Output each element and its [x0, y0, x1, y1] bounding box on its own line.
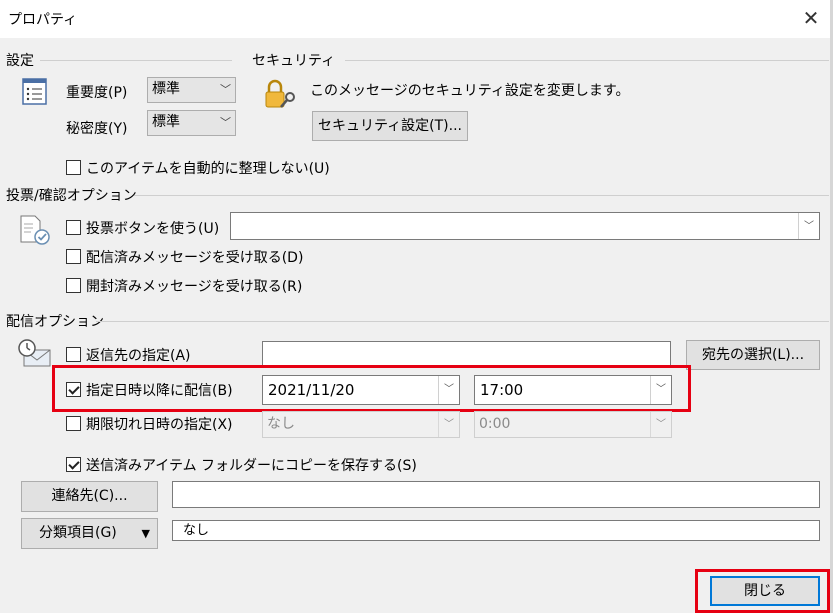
chevron-down-icon[interactable]: ﹀: [438, 376, 459, 404]
delay-time-combo[interactable]: 17:00 ﹀: [474, 375, 672, 405]
contacts-button[interactable]: 連絡先(C)...: [21, 481, 158, 512]
expires-date-value: なし: [267, 416, 295, 432]
expires-date-combo: なし ﹀: [262, 411, 460, 438]
categories-button-label: 分類項目(G): [39, 525, 117, 541]
delivery-receipt-checkbox[interactable]: [66, 249, 81, 264]
sensitivity-value: 標準: [152, 114, 180, 130]
expires-checkbox[interactable]: [66, 416, 81, 431]
delivery-clock-icon: [18, 339, 51, 367]
expires-time-value: 0:00: [479, 416, 511, 432]
delay-time-value: 17:00: [480, 381, 524, 399]
voting-divider: [134, 195, 829, 196]
delay-date-value: 2021/11/20: [268, 381, 355, 399]
reply-to-label: 返信先の指定(A): [86, 348, 191, 364]
chevron-down-icon[interactable]: ﹀: [798, 213, 819, 239]
sensitivity-select[interactable]: 標準 ﹀: [147, 110, 236, 136]
chevron-down-icon[interactable]: ﹀: [650, 376, 671, 404]
categories-value: なし: [183, 523, 210, 538]
chevron-down-icon: ﹀: [438, 412, 459, 437]
importance-value: 標準: [152, 81, 180, 97]
no-autoarchive-checkbox[interactable]: [66, 160, 81, 175]
categories-display: なし: [172, 520, 820, 541]
save-copy-checkbox[interactable]: [66, 457, 81, 472]
delay-delivery-label: 指定日時以降に配信(B): [86, 383, 233, 399]
window-title: プロパティ: [8, 12, 78, 28]
settings-section-label: 設定: [6, 53, 34, 69]
delivery-receipt-label: 配信済みメッセージを受け取る(D): [86, 250, 304, 266]
security-settings-button[interactable]: セキュリティ設定(T)...: [312, 111, 468, 141]
reply-to-input[interactable]: [262, 341, 671, 368]
use-voting-checkbox[interactable]: [66, 220, 81, 235]
security-description: このメッセージのセキュリティ設定を変更します。: [310, 83, 630, 99]
delivery-divider: [96, 321, 829, 322]
security-divider: [345, 60, 829, 61]
security-section-label: セキュリティ: [252, 53, 336, 69]
voting-section-label: 投票/確認オプション: [6, 188, 137, 204]
read-receipt-label: 開封済みメッセージを受け取る(R): [86, 279, 303, 295]
select-names-button[interactable]: 宛先の選択(L)...: [686, 340, 820, 370]
chevron-down-icon: ﹀: [650, 412, 671, 437]
reply-to-value: [263, 346, 267, 362]
sensitivity-label: 秘密度(Y): [66, 121, 128, 137]
properties-list-icon: [22, 78, 47, 105]
save-copy-label: 送信済みアイテム フォルダーにコピーを保存する(S): [86, 458, 417, 474]
contacts-value: [173, 486, 177, 502]
delay-delivery-checkbox[interactable]: [66, 382, 81, 397]
close-button[interactable]: 閉じる: [710, 576, 820, 606]
reply-to-checkbox[interactable]: [66, 347, 81, 362]
delay-date-combo[interactable]: 2021/11/20 ﹀: [262, 375, 460, 405]
tracking-icon: [20, 215, 50, 245]
chevron-down-icon: ﹀: [220, 83, 231, 96]
title-bar: [0, 0, 833, 38]
voting-buttons-combo[interactable]: ﹀: [230, 212, 820, 240]
use-voting-label: 投票ボタンを使う(U): [86, 221, 220, 237]
importance-label: 重要度(P): [66, 85, 128, 101]
categories-button[interactable]: 分類項目(G) ▼: [21, 518, 158, 549]
delivery-section-label: 配信オプション: [6, 314, 104, 330]
voting-buttons-value: [231, 218, 235, 234]
lock-key-icon: [265, 79, 295, 108]
settings-divider: [40, 60, 232, 61]
importance-select[interactable]: 標準 ﹀: [147, 77, 236, 103]
read-receipt-checkbox[interactable]: [66, 278, 81, 293]
expires-time-combo: 0:00 ﹀: [474, 411, 672, 438]
close-window-icon[interactable]: ✕: [797, 4, 825, 32]
expires-label: 期限切れ日時の指定(X): [86, 417, 233, 433]
chevron-down-icon: ﹀: [220, 116, 231, 129]
caret-down-icon: ▼: [141, 527, 150, 540]
no-autoarchive-label: このアイテムを自動的に整理しない(U): [86, 161, 330, 177]
contacts-input[interactable]: [172, 481, 820, 508]
